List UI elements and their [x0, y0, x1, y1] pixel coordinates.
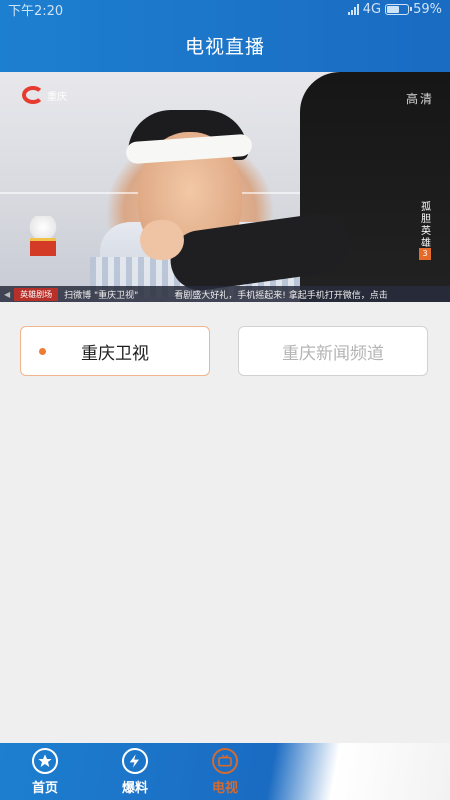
channel-button-cq-news[interactable]: 重庆新闻频道: [238, 326, 428, 376]
nav-item-report[interactable]: 爆料: [90, 743, 180, 800]
channel-label: 重庆新闻频道: [282, 343, 384, 364]
tv-icon: [212, 747, 238, 774]
ticker-arrow-icon: ◀: [4, 289, 11, 299]
show-title: 孤胆英雄: [421, 202, 431, 249]
signal-icon: [347, 3, 359, 15]
ticker-text: 扫微博 "重庆卫视" 看剧盛大好礼，手机摇起来! 拿起手机打开微信，点击: [64, 290, 388, 301]
battery-level: 59%: [413, 1, 442, 17]
episode-badge: 3: [419, 248, 431, 260]
scene-hand: [140, 220, 184, 260]
gift-icon: [30, 238, 56, 256]
battery-icon: [385, 3, 413, 15]
network-type: 4G: [362, 1, 382, 17]
quality-tag: 高清: [405, 92, 434, 106]
channel-label: 重庆卫视: [81, 343, 149, 364]
nav-label: 首页: [31, 780, 58, 796]
active-dot-icon: [39, 348, 46, 355]
status-bar: 下午2:20 4G 59%: [0, 0, 450, 19]
status-time: 下午2:20: [8, 3, 64, 19]
bottom-nav: 首页 爆料 电视: [0, 743, 450, 800]
page-title: 电视直播: [184, 35, 265, 58]
tv-live-screen: 下午2:20 4G 59% 电视直播 重庆 高清 孤胆英雄 3 ◀ 英雄剧场 扫…: [0, 0, 450, 800]
news-ticker: ◀ 英雄剧场 扫微博 "重庆卫视" 看剧盛大好礼，手机摇起来! 拿起手机打开微信…: [0, 286, 450, 302]
gift-bow-icon: [24, 216, 62, 238]
channel-logo: 重庆: [22, 86, 67, 104]
lightning-icon: [122, 747, 148, 774]
channel-logo-text: 重庆: [47, 91, 67, 103]
nav-label: 电视: [211, 780, 238, 796]
video-player[interactable]: 重庆 高清 孤胆英雄 3 ◀ 英雄剧场 扫微博 "重庆卫视" 看剧盛大好礼，手机…: [0, 72, 450, 302]
nav-label: 爆料: [121, 780, 148, 796]
nav-item-home[interactable]: 首页: [0, 743, 90, 800]
cq-logo-icon: [22, 86, 44, 104]
ticker-tag: 英雄剧场: [14, 287, 59, 301]
status-indicators: 4G 59%: [347, 1, 442, 17]
channel-button-cqtv[interactable]: 重庆卫视: [20, 326, 210, 376]
channel-list: 重庆卫视 重庆新闻频道: [20, 326, 430, 376]
nav-item-tv[interactable]: 电视: [180, 743, 270, 800]
app-header: 下午2:20 4G 59% 电视直播: [0, 0, 450, 72]
star-icon: [32, 747, 58, 774]
